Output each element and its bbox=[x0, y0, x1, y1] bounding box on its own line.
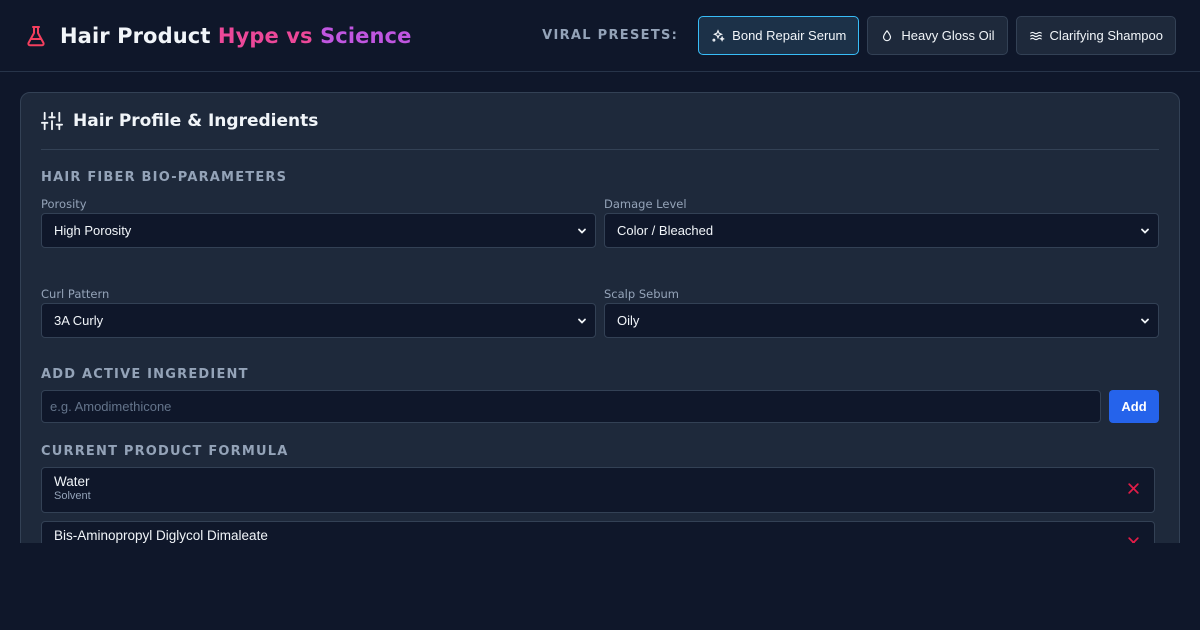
damage-level-select[interactable]: Color / Bleached bbox=[604, 213, 1159, 248]
fiber-params-grid: Porosity High Porosity Damage Level Colo… bbox=[41, 197, 1159, 338]
formula-section-title: CURRENT PRODUCT FORMULA bbox=[41, 444, 289, 459]
preset-label: Clarifying Shampoo bbox=[1049, 28, 1163, 43]
waves-icon bbox=[1029, 31, 1042, 40]
chevron-down-icon bbox=[1141, 228, 1149, 234]
porosity-field: Porosity High Porosity bbox=[41, 197, 596, 248]
title-science: Science bbox=[320, 23, 412, 48]
preset-bond-repair-serum-button[interactable]: Bond Repair Serum bbox=[698, 16, 860, 55]
damage-value: Color / Bleached bbox=[617, 223, 714, 238]
curl-label: Curl Pattern bbox=[41, 287, 110, 301]
title-prefix: Hair Product bbox=[60, 23, 211, 48]
flask-icon bbox=[27, 25, 45, 46]
title-vs: vs bbox=[286, 23, 313, 48]
presets-label: VIRAL PRESETS: bbox=[542, 28, 679, 43]
panel-title: Hair Profile & Ingredients bbox=[73, 111, 319, 131]
droplet-icon bbox=[883, 29, 892, 41]
curl-field: Curl Pattern 3A Curly bbox=[41, 287, 596, 338]
ingredient-role: Solvent bbox=[54, 490, 91, 502]
viewport-clip bbox=[0, 543, 1200, 630]
curl-pattern-select[interactable]: 3A Curly bbox=[41, 303, 596, 338]
add-ingredient-row: e.g. Amodimethicone Add bbox=[41, 390, 1159, 423]
ingredient-input[interactable]: e.g. Amodimethicone bbox=[41, 390, 1101, 423]
panel-header: Hair Profile & Ingredients bbox=[41, 93, 1159, 150]
preset-label: Heavy Gloss Oil bbox=[901, 28, 995, 43]
sebum-label: Scalp Sebum bbox=[604, 287, 679, 301]
damage-field: Damage Level Color / Bleached bbox=[604, 197, 1159, 248]
chevron-down-icon bbox=[578, 318, 586, 324]
close-icon[interactable] bbox=[1127, 482, 1140, 495]
brand: Hair Product Hype vs Science bbox=[24, 24, 411, 48]
porosity-value: High Porosity bbox=[54, 223, 132, 238]
viral-presets: VIRAL PRESETS: Bond Repair Serum Heavy G… bbox=[542, 16, 1176, 55]
chevron-down-icon bbox=[578, 228, 586, 234]
sparkles-icon bbox=[712, 28, 725, 42]
preset-clarifying-shampoo-button[interactable]: Clarifying Shampoo bbox=[1015, 16, 1176, 55]
sebum-value: Oily bbox=[617, 313, 640, 328]
sebum-field: Scalp Sebum Oily bbox=[604, 287, 1159, 338]
preset-label: Bond Repair Serum bbox=[732, 28, 847, 43]
add-ingredient-title: ADD ACTIVE INGREDIENT bbox=[41, 367, 249, 382]
fiber-section-title: HAIR FIBER BIO-PARAMETERS bbox=[41, 170, 288, 185]
title-hype: Hype bbox=[217, 23, 279, 48]
ingredient-name: Water bbox=[54, 474, 90, 489]
curl-value: 3A Curly bbox=[54, 313, 104, 328]
page-title: Hair Product Hype vs Science bbox=[60, 24, 411, 48]
chevron-down-icon bbox=[1141, 318, 1149, 324]
add-ingredient-button[interactable]: Add bbox=[1109, 390, 1159, 423]
hair-profile-panel: Hair Profile & Ingredients HAIR FIBER BI… bbox=[20, 92, 1180, 567]
scalp-sebum-select[interactable]: Oily bbox=[604, 303, 1159, 338]
porosity-select[interactable]: High Porosity bbox=[41, 213, 596, 248]
app-header: Hair Product Hype vs Science VIRAL PRESE… bbox=[0, 0, 1200, 72]
sliders-icon bbox=[41, 111, 63, 131]
damage-label: Damage Level bbox=[604, 197, 687, 211]
formula-item: Water Solvent bbox=[41, 467, 1155, 513]
porosity-label: Porosity bbox=[41, 197, 87, 211]
ingredient-name: Bis-Aminopropyl Diglycol Dimaleate bbox=[54, 528, 268, 543]
preset-heavy-gloss-oil-button[interactable]: Heavy Gloss Oil bbox=[867, 16, 1008, 55]
